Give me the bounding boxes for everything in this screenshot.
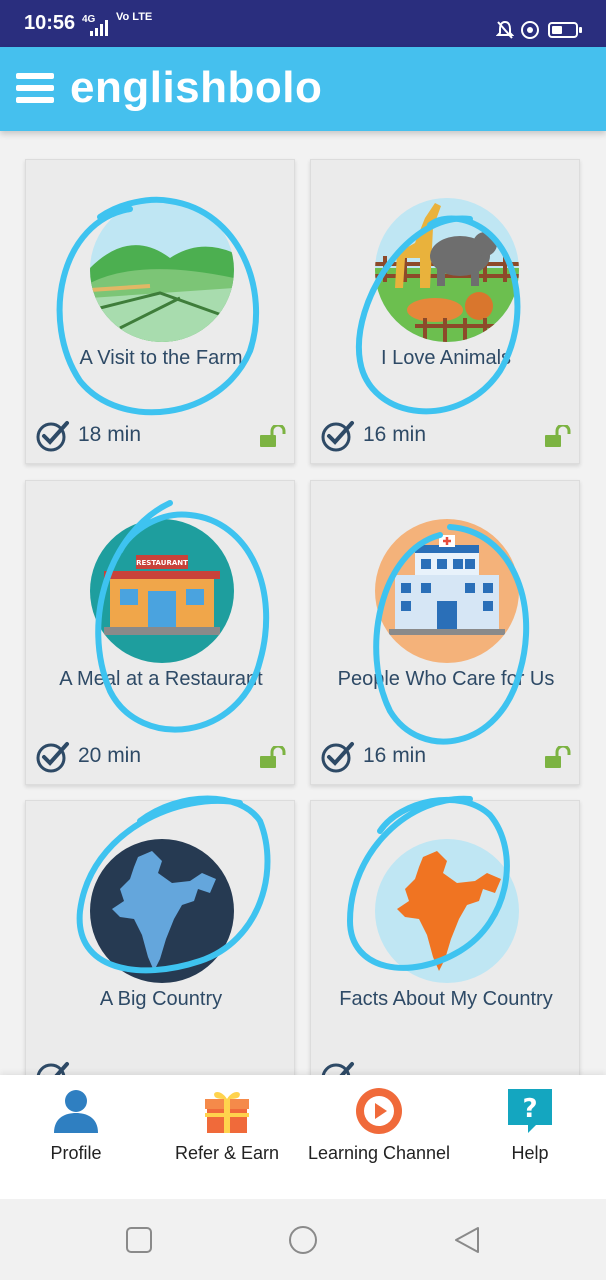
lesson-meta: 16 min <box>321 738 571 774</box>
unlock-icon <box>260 746 286 768</box>
app-logo: englishbolo <box>70 63 323 112</box>
lesson-card[interactable]: People Who Care for Us 16 min <box>310 480 580 785</box>
battery-icon <box>548 22 582 38</box>
person-icon <box>54 1090 98 1133</box>
check-icon <box>321 742 354 773</box>
lesson-duration: 18 min <box>78 423 142 446</box>
nav-label: Refer & Earn <box>174 1143 280 1163</box>
lesson-card[interactable]: A Visit to the Farm 18 min <box>25 159 295 464</box>
recents-icon[interactable] <box>124 1225 154 1255</box>
status-time: 10:56 <box>24 12 76 34</box>
lesson-duration: 16 min <box>363 744 427 767</box>
lesson-list[interactable]: A Visit to the Farm 18 min I Love Animal… <box>0 131 606 1075</box>
lesson-title: A Big Country <box>99 988 223 1010</box>
restaurant-sign: RESTAURANT <box>136 559 188 567</box>
home-icon[interactable] <box>288 1225 318 1255</box>
system-nav-bar <box>0 1199 606 1280</box>
hospital-illustration <box>375 519 519 663</box>
lesson-meta <box>321 1058 571 1075</box>
signal-icon <box>90 20 108 36</box>
status-bar: 10:56 4G Vo LTE <box>0 0 606 47</box>
gift-icon <box>205 1092 249 1133</box>
help-icon: ? <box>508 1089 552 1133</box>
india-map-orange-illustration <box>375 839 519 983</box>
nav-label: Help <box>511 1143 549 1163</box>
restaurant-illustration: RESTAURANT <box>90 519 234 663</box>
lesson-card[interactable]: I Love Animals 16 min <box>310 159 580 464</box>
check-icon <box>321 1062 354 1075</box>
nav-label: Profile <box>50 1143 102 1163</box>
back-icon[interactable] <box>452 1225 482 1255</box>
check-icon <box>321 421 354 452</box>
lesson-title: A Visit to the Farm <box>79 347 243 369</box>
lesson-duration: 16 min <box>363 423 427 446</box>
menu-icon[interactable] <box>16 73 54 107</box>
animals-illustration <box>375 198 519 342</box>
nav-refer-earn[interactable]: Refer & Earn <box>162 1075 292 1199</box>
lesson-meta: 16 min <box>321 417 571 453</box>
play-icon <box>356 1088 402 1134</box>
volte-indicator: Vo LTE <box>116 11 153 23</box>
nav-learning-channel[interactable]: Learning Channel <box>304 1075 454 1199</box>
battery-level <box>552 26 562 34</box>
lesson-meta: 20 min <box>36 738 286 774</box>
lesson-title: People Who Care for Us <box>337 668 555 690</box>
svg-text:?: ? <box>522 1094 537 1124</box>
nav-profile[interactable]: Profile <box>16 1075 136 1199</box>
lesson-duration: 20 min <box>78 744 142 767</box>
lesson-meta <box>36 1058 286 1075</box>
check-icon <box>36 421 69 452</box>
india-map-dark-illustration <box>90 839 234 983</box>
unlock-icon <box>260 425 286 447</box>
unlock-icon <box>545 425 571 447</box>
lesson-title: A Meal at a Restaurant <box>59 668 263 690</box>
alarm-icon <box>521 21 539 39</box>
lesson-title: I Love Animals <box>380 347 512 369</box>
lesson-card[interactable]: A Big Country <box>25 800 295 1075</box>
lesson-meta: 18 min <box>36 417 286 453</box>
silent-bell-icon <box>496 20 514 39</box>
app-bar: englishbolo <box>0 47 606 131</box>
check-icon <box>36 742 69 773</box>
farm-illustration <box>90 198 234 342</box>
lesson-card[interactable]: RESTAURANT A Meal at a Restaurant 20 min <box>25 480 295 785</box>
lesson-title: Facts About My Country <box>339 988 553 1010</box>
nav-help[interactable]: ? Help <box>474 1075 586 1199</box>
nav-label: Learning Channel <box>307 1143 451 1163</box>
lesson-card[interactable]: Facts About My Country <box>310 800 580 1075</box>
unlock-icon <box>545 746 571 768</box>
bottom-nav: Profile Refer & Earn Learning Channel ? … <box>0 1075 606 1199</box>
check-icon <box>36 1062 69 1075</box>
